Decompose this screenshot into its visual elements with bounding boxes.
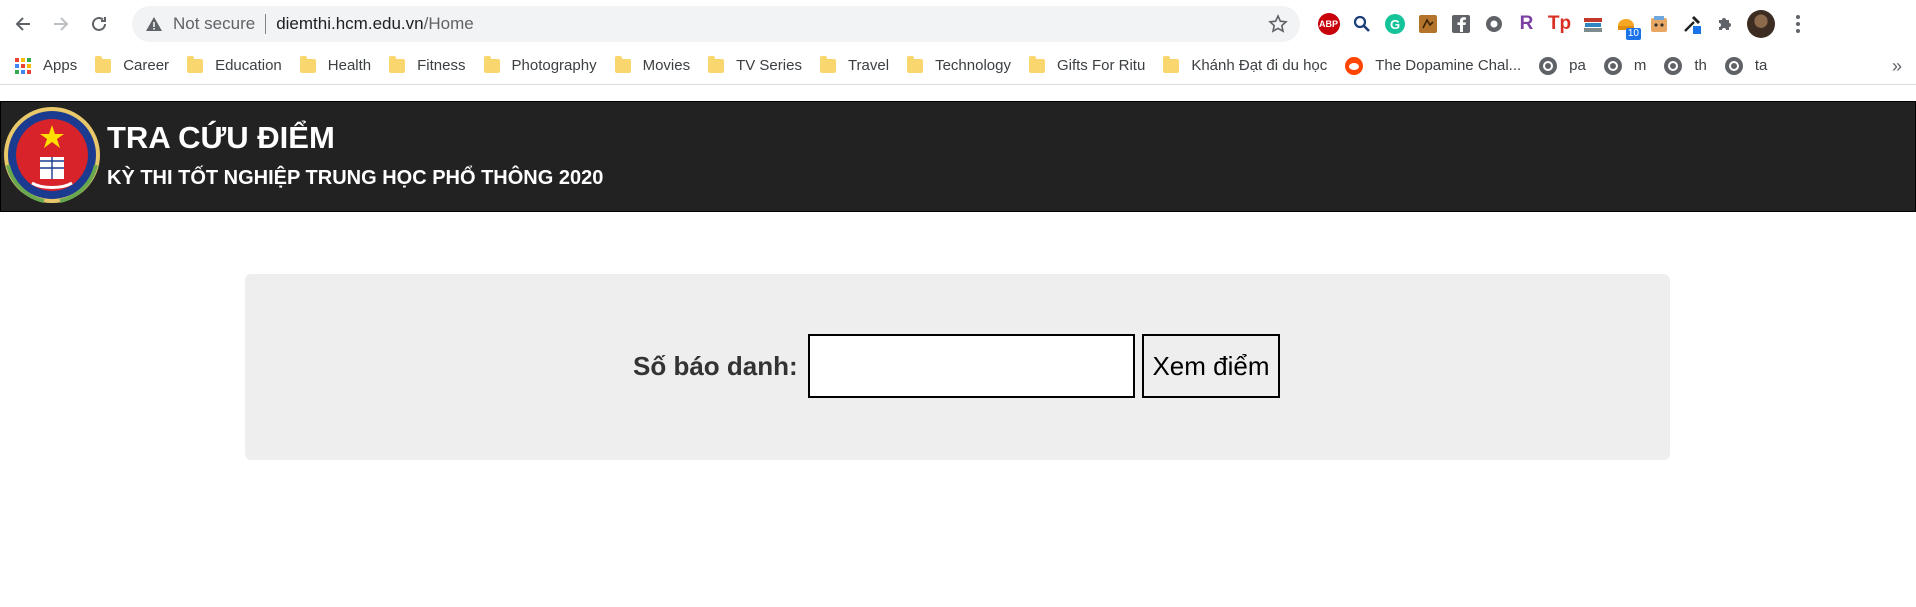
folder-icon	[819, 55, 836, 73]
bookmark-label: ta	[1754, 57, 1768, 74]
candidate-number-input[interactable]	[808, 334, 1135, 398]
profile-avatar[interactable]	[1747, 10, 1775, 38]
bookmark-item[interactable]: Career	[86, 52, 178, 80]
reload-button[interactable]	[82, 7, 116, 41]
circle-extension-icon[interactable]	[1477, 9, 1510, 39]
bookmark-label: Gifts For Ritu	[1056, 57, 1146, 74]
apps-grid-icon	[15, 57, 31, 74]
folder-icon	[1163, 55, 1180, 73]
bookmark-item[interactable]: Technology	[898, 52, 1020, 80]
ministry-education-logo	[4, 107, 100, 203]
bookmark-label: pa	[1569, 57, 1586, 74]
books-extension-icon[interactable]	[1576, 9, 1609, 39]
bookmarks-bar: Apps Career Education Health Fitness Photogra…	[0, 47, 1916, 85]
bookmark-item[interactable]: pa	[1530, 52, 1595, 80]
folder-icon	[389, 55, 406, 73]
honey-extension-icon[interactable]: 10	[1609, 9, 1642, 40]
folder-icon	[299, 55, 316, 73]
more-vertical-icon	[1796, 15, 1800, 33]
bookmark-star-icon[interactable]	[1268, 14, 1288, 34]
bookmark-label: th	[1694, 57, 1707, 74]
url-host: diemthi.hcm.edu.vn	[276, 14, 424, 33]
r-extension-icon[interactable]: R	[1510, 9, 1543, 39]
bookmark-label: Technology	[935, 57, 1011, 74]
page-subtitle: KỲ THI TỐT NGHIỆP TRUNG HỌC PHỔ THÔNG 20…	[107, 167, 604, 189]
globe-icon	[1539, 56, 1558, 75]
eyedropper-extension-icon[interactable]	[1675, 9, 1708, 39]
svg-text:G: G	[1389, 17, 1399, 32]
extensions-area: ABP G R Tp 10	[1312, 7, 1813, 41]
bookmark-label: Health	[327, 57, 372, 74]
bookmark-label: Career	[123, 57, 170, 74]
bookmark-item[interactable]: ta	[1716, 52, 1777, 80]
globe-icon	[1603, 56, 1622, 75]
arrow-left-icon	[15, 16, 30, 31]
security-label[interactable]: Not secure	[173, 14, 255, 34]
bookmark-item[interactable]: Apps	[6, 52, 86, 80]
puzzle-extensions-icon[interactable]	[1708, 9, 1741, 39]
arrow-right-icon	[54, 16, 69, 31]
reddit-icon	[1345, 56, 1364, 75]
candidate-number-label: Số báo danh:	[633, 351, 798, 381]
bookmark-item[interactable]: Fitness	[380, 52, 474, 80]
reload-icon	[92, 16, 106, 31]
bookmark-item[interactable]: Health	[291, 52, 380, 80]
forward-button[interactable]	[44, 7, 78, 41]
bookmark-item[interactable]: Movies	[606, 52, 700, 80]
bookmark-label: The Dopamine Chal...	[1375, 57, 1522, 74]
address-bar[interactable]: Not secure diemthi.hcm.edu.vn /Home	[132, 6, 1300, 42]
folder-icon	[483, 55, 500, 73]
globe-icon	[1664, 56, 1683, 75]
bookmark-label: Khánh Đạt đi du học	[1191, 57, 1328, 74]
globe-icon	[1724, 56, 1743, 75]
url-path: /Home	[423, 14, 474, 33]
bookmark-item[interactable]: Gifts For Ritu	[1020, 52, 1154, 80]
omnibox-separator	[265, 14, 267, 34]
bookmark-item[interactable]: TV Series	[699, 52, 811, 80]
bookmark-label: Fitness	[417, 57, 466, 74]
bookmark-label: Apps	[43, 57, 78, 74]
bot-extension-icon[interactable]	[1642, 9, 1675, 39]
bookmark-item[interactable]: m	[1595, 52, 1656, 80]
bookmark-item[interactable]: Photography	[475, 52, 606, 80]
tp-extension-icon[interactable]: Tp	[1543, 9, 1576, 39]
page-title: TRA CỨU ĐIỂM	[107, 120, 335, 155]
magnifier-extension-icon[interactable]	[1345, 9, 1378, 39]
grammarly-icon[interactable]: G	[1378, 9, 1411, 39]
bookmark-item[interactable]: The Dopamine Chal...	[1336, 52, 1530, 80]
folder-icon	[708, 55, 725, 73]
view-scores-button[interactable]: Xem điểm	[1142, 334, 1280, 398]
bookmark-label: Travel	[847, 57, 890, 74]
bookmark-item[interactable]: Khánh Đạt đi du học	[1154, 52, 1336, 80]
folder-icon	[907, 55, 924, 73]
folder-icon	[614, 55, 631, 73]
bookmark-label: Movies	[642, 57, 691, 74]
bookmark-item[interactable]: Travel	[811, 52, 898, 80]
bookmark-label: m	[1633, 57, 1647, 74]
amazon-assistant-icon[interactable]	[1411, 9, 1444, 39]
bookmarks-overflow-button[interactable]: »	[1892, 47, 1902, 85]
chrome-menu-button[interactable]	[1783, 9, 1813, 39]
browser-toolbar: Not secure diemthi.hcm.edu.vn /Home ABP …	[0, 0, 1916, 47]
bookmark-label: Photography	[511, 57, 597, 74]
folder-icon	[95, 55, 112, 73]
folder-icon	[1028, 55, 1045, 73]
bookmark-item[interactable]: th	[1655, 52, 1716, 80]
facebook-extension-icon[interactable]	[1444, 9, 1477, 39]
score-lookup-panel: Số báo danh: Xem điểm	[245, 274, 1670, 460]
folder-icon	[187, 55, 204, 73]
bookmark-label: TV Series	[736, 57, 802, 74]
adblock-plus-icon[interactable]: ABP	[1312, 9, 1345, 39]
site-header: TRA CỨU ĐIỂM KỲ THI TỐT NGHIỆP TRUNG HỌC…	[0, 101, 1916, 212]
bookmark-item[interactable]: Education	[178, 52, 291, 80]
back-button[interactable]	[6, 7, 40, 41]
bookmark-label: Education	[215, 57, 282, 74]
warning-triangle-icon	[146, 17, 162, 31]
